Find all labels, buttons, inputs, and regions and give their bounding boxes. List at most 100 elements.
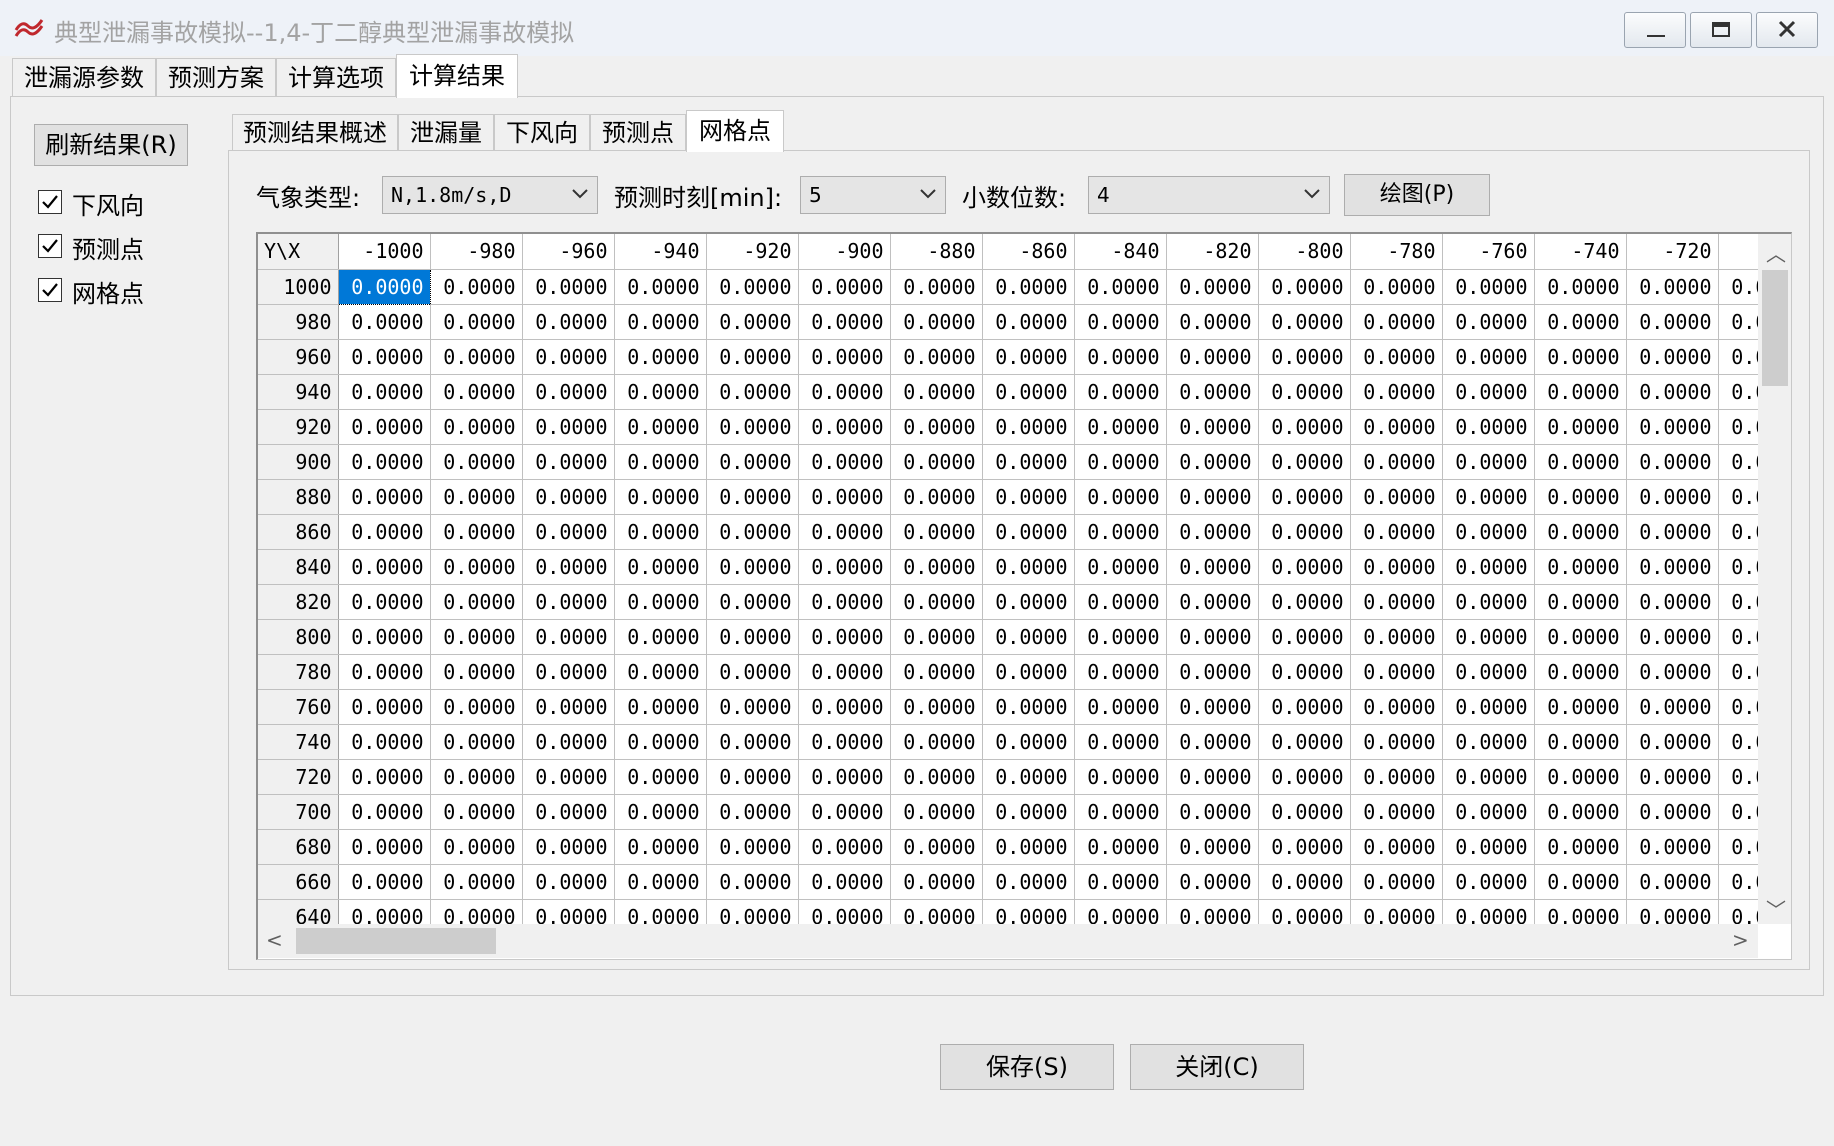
draw-button[interactable]: 绘图(P): [1344, 174, 1490, 216]
grid-cell[interactable]: 0.0000: [1718, 689, 1758, 725]
grid-cell[interactable]: 0.0000: [1166, 374, 1259, 410]
scroll-up-icon[interactable]: ︿: [1766, 238, 1786, 267]
grid-cell[interactable]: 0.0000: [430, 759, 523, 795]
grid-cell[interactable]: 0.0000: [1074, 269, 1167, 305]
minimize-button[interactable]: [1624, 12, 1686, 48]
grid-cell[interactable]: 0.0000: [338, 409, 431, 445]
grid-cell[interactable]: 0.0000: [522, 339, 615, 375]
checkbox-box[interactable]: [38, 278, 62, 302]
grid-cell[interactable]: 0.0000: [1442, 689, 1535, 725]
grid-cell[interactable]: 0.0000: [1166, 899, 1259, 924]
grid-row-header[interactable]: 720: [258, 759, 339, 795]
grid-cell[interactable]: 0.0000: [982, 514, 1075, 550]
grid-cell[interactable]: 0.0000: [982, 619, 1075, 655]
grid-cell[interactable]: 0.0000: [706, 864, 799, 900]
grid-row-header[interactable]: 1000: [258, 269, 339, 305]
grid-cell[interactable]: 0.0000: [1166, 479, 1259, 515]
grid-cell[interactable]: 0.0000: [1718, 584, 1758, 620]
grid-cell[interactable]: 0.0000: [798, 829, 891, 865]
grid-cell[interactable]: 0.0000: [798, 724, 891, 760]
grid-cell[interactable]: 0.0000: [706, 304, 799, 340]
grid-cell[interactable]: 0.0000: [1258, 759, 1351, 795]
grid-cell[interactable]: 0.0000: [1534, 584, 1627, 620]
grid-cell[interactable]: 0.0000: [1350, 269, 1443, 305]
grid-cell[interactable]: 0.0000: [1074, 654, 1167, 690]
grid-cell[interactable]: 0.0000: [706, 584, 799, 620]
grid-cell[interactable]: 0.0000: [1074, 689, 1167, 725]
grid-cell[interactable]: 0.0000: [798, 759, 891, 795]
grid-cell[interactable]: 0.0000: [1442, 864, 1535, 900]
grid-cell[interactable]: 0.0000: [982, 409, 1075, 445]
grid-cell[interactable]: 0.0000: [1534, 479, 1627, 515]
scroll-left-icon[interactable]: <: [266, 928, 283, 952]
grid-cell[interactable]: 0.0000: [1258, 899, 1351, 924]
grid-cell[interactable]: 0.0000: [1718, 409, 1758, 445]
grid-cell[interactable]: 0.0000: [1534, 269, 1627, 305]
grid-cell[interactable]: 0.0000: [1718, 269, 1758, 305]
grid-cell[interactable]: 0.0000: [1258, 689, 1351, 725]
grid-cell[interactable]: 0.0000: [1718, 444, 1758, 480]
grid-cell[interactable]: 0.0000: [798, 444, 891, 480]
grid-cell[interactable]: 0.0000: [798, 479, 891, 515]
grid-cell[interactable]: 0.0000: [1350, 829, 1443, 865]
grid-cell[interactable]: 0.0000: [522, 444, 615, 480]
grid-cell[interactable]: 0.0000: [522, 899, 615, 924]
grid-row-header[interactable]: 820: [258, 584, 339, 620]
grid-cell[interactable]: 0.0000: [1718, 479, 1758, 515]
grid-column-header[interactable]: -760: [1442, 234, 1535, 270]
grid-cell[interactable]: 0.0000: [706, 514, 799, 550]
grid-cell[interactable]: 0.0000: [338, 514, 431, 550]
grid-cell[interactable]: 0.0000: [522, 304, 615, 340]
grid-cell[interactable]: 0.0000: [1074, 549, 1167, 585]
grid-cell[interactable]: 0.0000: [798, 899, 891, 924]
vertical-scroll-thumb[interactable]: [1762, 270, 1788, 386]
grid-column-header[interactable]: -920: [706, 234, 799, 270]
grid-cell[interactable]: 0.0000: [522, 374, 615, 410]
grid-cell[interactable]: 0.0000: [982, 339, 1075, 375]
grid-row-header[interactable]: 660: [258, 864, 339, 900]
grid-cell[interactable]: 0.0000: [1718, 794, 1758, 830]
grid-cell[interactable]: 0.0000: [522, 724, 615, 760]
grid-cell[interactable]: 0.0000: [430, 409, 523, 445]
maximize-button[interactable]: [1690, 12, 1752, 48]
grid-cell[interactable]: 0.0000: [1534, 374, 1627, 410]
grid-cell[interactable]: 0.0000: [1718, 619, 1758, 655]
grid-cell[interactable]: 0.0000: [1626, 514, 1719, 550]
grid-row-header[interactable]: 920: [258, 409, 339, 445]
grid-cell[interactable]: 0.0000: [338, 339, 431, 375]
grid-cell[interactable]: 0.0000: [1166, 829, 1259, 865]
grid-cell[interactable]: 0.0000: [706, 409, 799, 445]
grid-cell[interactable]: 0.0000: [614, 304, 707, 340]
grid-row-header[interactable]: 900: [258, 444, 339, 480]
tab-leak-amount[interactable]: 泄漏量: [398, 114, 494, 150]
grid-cell[interactable]: 0.0000: [1166, 514, 1259, 550]
grid-cell[interactable]: 0.0000: [890, 829, 983, 865]
grid-cell[interactable]: 0.0000: [1626, 409, 1719, 445]
grid-column-header[interactable]: -800: [1258, 234, 1351, 270]
refresh-results-button[interactable]: 刷新结果(R): [34, 124, 188, 166]
grid-cell[interactable]: 0.0000: [338, 549, 431, 585]
grid-cell[interactable]: 0.0000: [1350, 864, 1443, 900]
grid-cell[interactable]: 0.0000: [706, 269, 799, 305]
grid-cell[interactable]: 0.0000: [1350, 724, 1443, 760]
checkbox-downwind[interactable]: 下风向: [38, 188, 218, 220]
grid-cell[interactable]: 0.0000: [614, 514, 707, 550]
grid-cell[interactable]: 0.0000: [1074, 409, 1167, 445]
grid-cell[interactable]: 0.0000: [614, 864, 707, 900]
grid-cell[interactable]: 0.0000: [1626, 339, 1719, 375]
grid-cell[interactable]: 0.0000: [1442, 619, 1535, 655]
grid-cell[interactable]: 0.0000: [1350, 794, 1443, 830]
grid-cell[interactable]: 0.0000: [1166, 409, 1259, 445]
grid-row-header[interactable]: 740: [258, 724, 339, 760]
grid-cell[interactable]: 0.0000: [1258, 269, 1351, 305]
grid-cell[interactable]: 0.0000: [798, 269, 891, 305]
grid-cell[interactable]: 0.0000: [982, 724, 1075, 760]
grid-cell[interactable]: 0.0000: [890, 689, 983, 725]
grid-row-header[interactable]: 940: [258, 374, 339, 410]
grid-column-header[interactable]: -720: [1626, 234, 1719, 270]
grid-row-header[interactable]: 700: [258, 794, 339, 830]
grid-cell[interactable]: 0.0000: [1626, 444, 1719, 480]
grid-cell[interactable]: 0.0000: [982, 374, 1075, 410]
grid-cell[interactable]: 0.0000: [614, 269, 707, 305]
grid-cell[interactable]: 0.0000: [522, 619, 615, 655]
